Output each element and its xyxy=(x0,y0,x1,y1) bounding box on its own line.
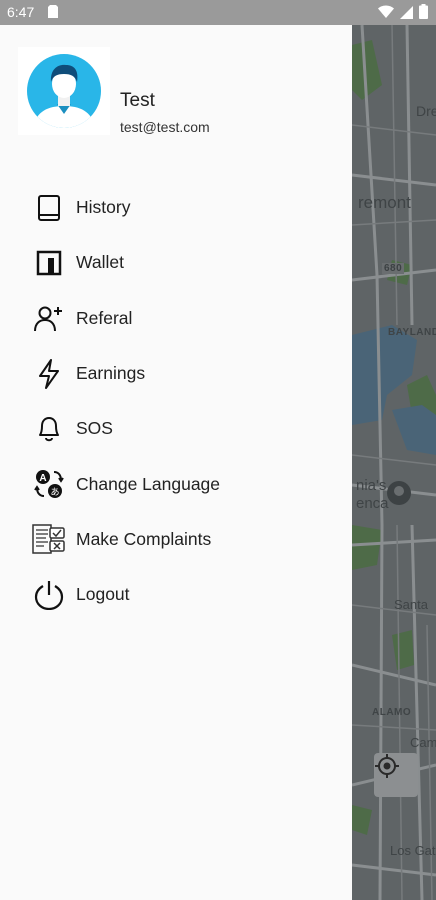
menu-item-sos[interactable]: SOS xyxy=(0,401,352,456)
map-background[interactable]: Dres remont 680 BAYLANDS nia's enca Sant… xyxy=(352,25,436,900)
map-label: ALAMO xyxy=(372,707,412,718)
battery-icon xyxy=(419,4,428,19)
complaint-form-icon xyxy=(32,522,66,556)
wallet-icon xyxy=(32,246,66,280)
map-label: Dres xyxy=(416,103,436,119)
menu-label: SOS xyxy=(76,418,113,439)
svg-text:あ: あ xyxy=(50,487,59,497)
map-label: enca xyxy=(356,495,389,512)
menu-label: Referal xyxy=(76,307,133,328)
crosshair-icon xyxy=(375,754,399,778)
user-name: Test xyxy=(120,90,155,111)
menu-label: Change Language xyxy=(76,473,221,494)
user-email: test@test.com xyxy=(120,119,210,135)
map-label: 680 xyxy=(382,263,405,274)
map-label: BAYLANDS xyxy=(388,327,436,338)
map-label: Los Gato xyxy=(390,843,436,858)
menu-label: Logout xyxy=(76,584,130,605)
menu-item-wallet[interactable]: Wallet xyxy=(0,235,352,290)
map-label: Cam xyxy=(410,735,436,750)
menu-label: History xyxy=(76,197,131,218)
svg-text:A: A xyxy=(39,473,46,484)
translate-icon: Aあ xyxy=(32,467,66,501)
status-bar: 6:47 xyxy=(0,0,436,25)
menu-label: Make Complaints xyxy=(76,528,212,549)
menu-item-earnings[interactable]: Earnings xyxy=(0,346,352,401)
avatar[interactable] xyxy=(18,47,110,135)
add-user-icon xyxy=(32,301,66,335)
book-icon xyxy=(32,191,66,225)
lightning-icon xyxy=(32,357,66,391)
status-icons xyxy=(378,4,428,19)
power-icon xyxy=(32,578,66,612)
menu-item-make-complaints[interactable]: Make Complaints xyxy=(0,512,352,567)
wifi-icon xyxy=(378,5,394,18)
user-avatar-icon xyxy=(27,54,101,128)
menu-item-change-language[interactable]: Aあ Change Language xyxy=(0,456,352,511)
map-label: remont xyxy=(358,193,411,212)
menu-label: Wallet xyxy=(76,252,124,273)
menu-label: Earnings xyxy=(76,363,146,384)
my-location-button[interactable] xyxy=(374,753,418,797)
map-label: Santa xyxy=(394,597,428,612)
signal-icon xyxy=(400,5,413,19)
navigation-drawer: Test test@test.com History Wallet Refera… xyxy=(0,25,352,900)
sim-card-icon xyxy=(48,5,58,18)
drawer-menu: History Wallet Referal Earnings SOS A あ … xyxy=(0,180,352,622)
menu-item-logout[interactable]: Logout xyxy=(0,567,352,622)
status-time: 6:47 xyxy=(7,4,35,20)
menu-item-history[interactable]: History xyxy=(0,180,352,235)
map-label: nia's xyxy=(356,477,387,494)
bell-icon xyxy=(32,412,66,446)
menu-item-referal[interactable]: Referal xyxy=(0,291,352,346)
